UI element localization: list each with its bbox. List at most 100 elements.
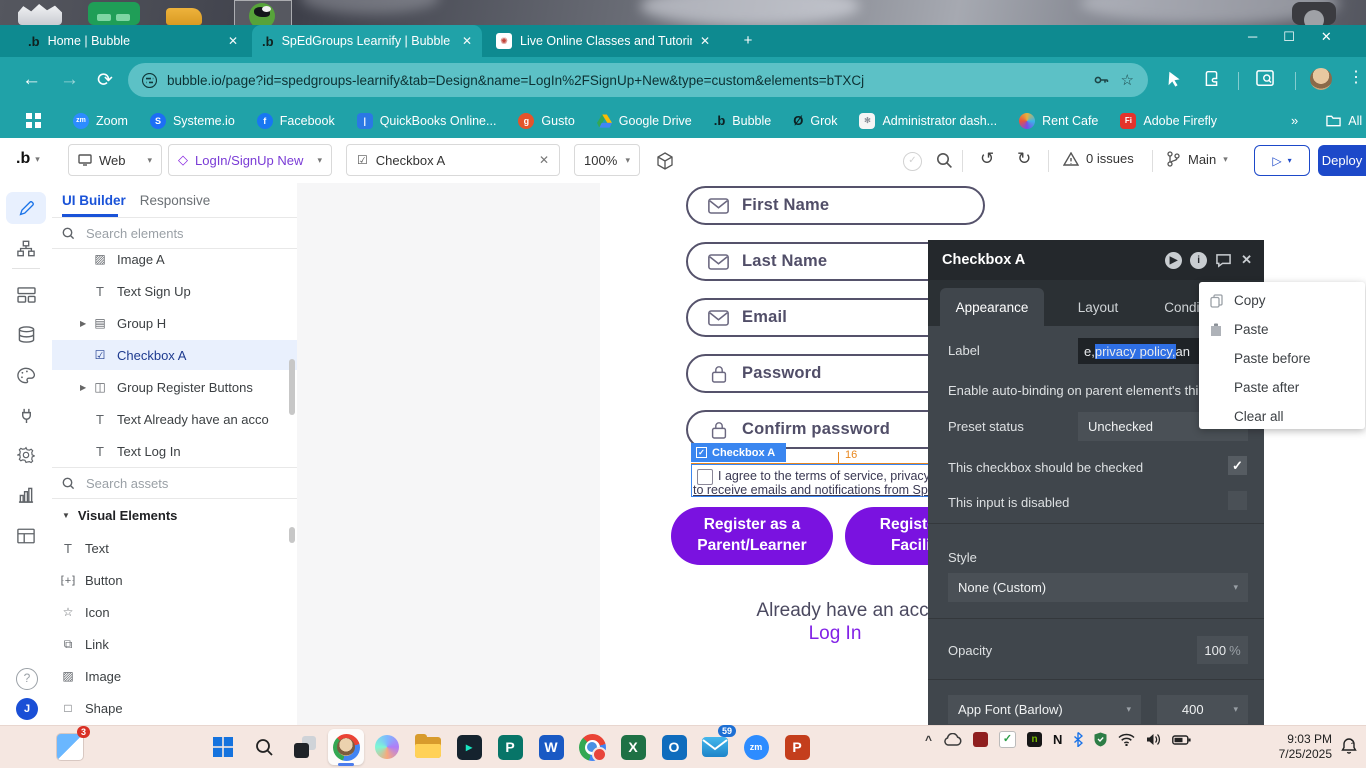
tray-expand-icon[interactable]: ^ (925, 733, 932, 747)
platform-dropdown[interactable]: Web ▾ (68, 144, 162, 176)
asset-item-icon[interactable]: ☆ Icon (52, 597, 297, 627)
tab-close-icon[interactable]: ✕ (700, 34, 710, 48)
branch-dropdown[interactable]: Main ▾ (1166, 151, 1228, 167)
asset-item-link[interactable]: ⧉ Link (52, 629, 297, 659)
desktop-icon-selected-box[interactable] (234, 0, 292, 29)
browser-tab-spedgroups[interactable]: .b SpEdGroups Learnify | Bubble E ✕ (252, 25, 482, 57)
search-icon[interactable] (936, 152, 953, 169)
menu-item-copy[interactable]: Copy (1199, 286, 1365, 315)
menu-item-paste-before[interactable]: Paste before (1199, 344, 1365, 373)
taskbar-clock[interactable]: 9:03 PM 7/25/2025 (1262, 732, 1332, 762)
cursor-extension-icon[interactable] (1166, 70, 1183, 87)
powerpoint-button[interactable]: P (779, 729, 815, 765)
asset-item-text[interactable]: T Text (52, 533, 297, 563)
browser-tab-home[interactable]: .b Home | Bubble ✕ (18, 25, 248, 57)
tree-item-group-h[interactable]: ▶ ▤ Group H (52, 308, 297, 338)
field-first-name[interactable]: First Name (686, 186, 985, 225)
menu-item-paste[interactable]: Paste (1199, 315, 1365, 344)
tune-icon[interactable] (142, 72, 157, 88)
reusable-elements-icon[interactable] (10, 280, 42, 310)
asset-item-image[interactable]: ▨ Image (52, 661, 297, 691)
url-bar[interactable]: bubble.io/page?id=spedgroups-learnify&ta… (128, 63, 1148, 97)
expand-caret-icon[interactable]: ▶ (80, 319, 86, 328)
element-search-box[interactable]: ☑ Checkbox A ✕ (346, 144, 560, 176)
run-play-icon[interactable]: ▶ (1165, 251, 1183, 269)
close-icon[interactable]: ✕ (1321, 29, 1332, 45)
volume-icon[interactable] (1146, 733, 1161, 746)
bookmark-rent-cafe[interactable]: Rent Cafe (1019, 112, 1098, 129)
nvidia-icon[interactable]: n (1027, 732, 1043, 747)
bookmark-quickbooks[interactable]: | QuickBooks Online... (356, 112, 496, 129)
word-button[interactable]: W (533, 729, 569, 765)
apps-grid-icon[interactable] (26, 113, 41, 128)
password-key-icon[interactable] (1093, 72, 1109, 88)
menu-item-paste-after[interactable]: Paste after (1199, 373, 1365, 402)
close-panel-icon[interactable]: ✕ (1241, 252, 1252, 268)
onedrive-cloud-icon[interactable] (943, 733, 962, 746)
tree-item-text-sign-up[interactable]: T Text Sign Up (52, 276, 297, 306)
app-layout-icon[interactable] (10, 521, 42, 551)
clear-icon[interactable]: ✕ (539, 153, 549, 167)
bookmark-zoom[interactable]: zm Zoom (73, 112, 128, 129)
profile-avatar[interactable] (1310, 68, 1332, 90)
info-icon[interactable]: i (1190, 251, 1208, 269)
styles-palette-icon[interactable] (10, 360, 42, 390)
desktop-icon-folder[interactable] (166, 8, 202, 25)
copilot-button[interactable] (369, 729, 405, 765)
excel-button[interactable]: X (615, 729, 651, 765)
start-button[interactable] (205, 729, 241, 765)
issues-indicator[interactable]: 0 issues (1063, 151, 1134, 166)
expand-caret-icon[interactable]: ▶ (80, 383, 86, 392)
selected-element-tag[interactable]: ✓ Checkbox A (691, 443, 786, 462)
chrome-taskbar-active[interactable] (328, 729, 364, 766)
wifi-icon[interactable] (1118, 733, 1135, 746)
asset-item-shape[interactable]: □ Shape (52, 693, 297, 723)
tree-item-image-a[interactable]: ▨ Image A (52, 244, 297, 274)
tab-close-icon[interactable]: ✕ (228, 34, 238, 48)
zoom-dropdown[interactable]: 100% ▾ (574, 144, 640, 176)
maximize-icon[interactable]: ☐ (1283, 29, 1295, 45)
minimize-icon[interactable]: ─ (1248, 29, 1257, 45)
outlook-button[interactable]: O (656, 729, 692, 765)
desktop-icon-dark-app[interactable] (1292, 2, 1336, 30)
tab-ui-builder[interactable]: UI Builder (62, 193, 126, 208)
redo-icon[interactable]: ↻ (1017, 149, 1031, 169)
help-icon[interactable]: ? (16, 668, 38, 690)
bookmark-grok[interactable]: Ø Grok (793, 113, 837, 128)
tree-item-group-register-buttons[interactable]: ▶ ◫ Group Register Buttons (52, 372, 297, 402)
tree-item-text-already[interactable]: T Text Already have an acco (52, 404, 297, 434)
font-dropdown[interactable]: App Font (Barlow) ▾ (948, 695, 1141, 724)
menu-item-clear-all[interactable]: Clear all (1199, 402, 1365, 431)
zoom-button[interactable]: zm (738, 729, 774, 765)
mail-button[interactable]: 59 (697, 725, 736, 765)
tree-item-text-log-in[interactable]: T Text Log In (52, 436, 297, 466)
forward-icon[interactable]: → (60, 69, 79, 91)
agree-text-line2[interactable]: to receive emails and notifications from… (693, 483, 943, 497)
filmora-button[interactable]: ▸ (451, 729, 487, 765)
all-bookmarks[interactable]: All Bookmarks (1326, 114, 1366, 128)
visual-elements-section[interactable]: ▼ Visual Elements (62, 503, 177, 527)
deploy-button[interactable]: Deploy (1318, 145, 1366, 176)
publisher-button[interactable]: P (492, 729, 528, 765)
undo-icon[interactable]: ↺ (980, 149, 994, 169)
search-elements-input[interactable] (84, 224, 238, 242)
bookmark-admin-dash[interactable]: ✻ Administrator dash... (859, 112, 997, 129)
task-view-button[interactable] (287, 729, 323, 765)
notification-bell-icon[interactable]: z (1341, 738, 1357, 755)
side-panel-search-icon[interactable] (1256, 70, 1274, 87)
assets-scrollbar[interactable] (289, 527, 295, 543)
search-assets-row[interactable] (52, 468, 297, 499)
bookmark-google-drive[interactable]: Google Drive (596, 114, 692, 128)
back-icon[interactable]: ← (22, 69, 41, 91)
register-parent-button[interactable]: Register as a Parent/Learner (671, 507, 833, 565)
desktop-icon-sheets[interactable] (88, 2, 140, 25)
bookmark-facebook[interactable]: f Facebook (256, 112, 335, 129)
bubble-logo-menu[interactable]: .b ▾ (16, 150, 40, 168)
bookmark-systeme[interactable]: S Systeme.io (149, 112, 235, 129)
bookmark-gusto[interactable]: g Gusto (518, 112, 575, 129)
bookmark-bubble[interactable]: .b Bubble (714, 113, 772, 128)
extensions-icon[interactable] (1203, 70, 1220, 87)
user-avatar[interactable]: J (16, 698, 38, 720)
workflow-tree-icon[interactable] (10, 233, 42, 263)
bookmark-adobe-firefly[interactable]: Fi Adobe Firefly (1120, 112, 1217, 129)
